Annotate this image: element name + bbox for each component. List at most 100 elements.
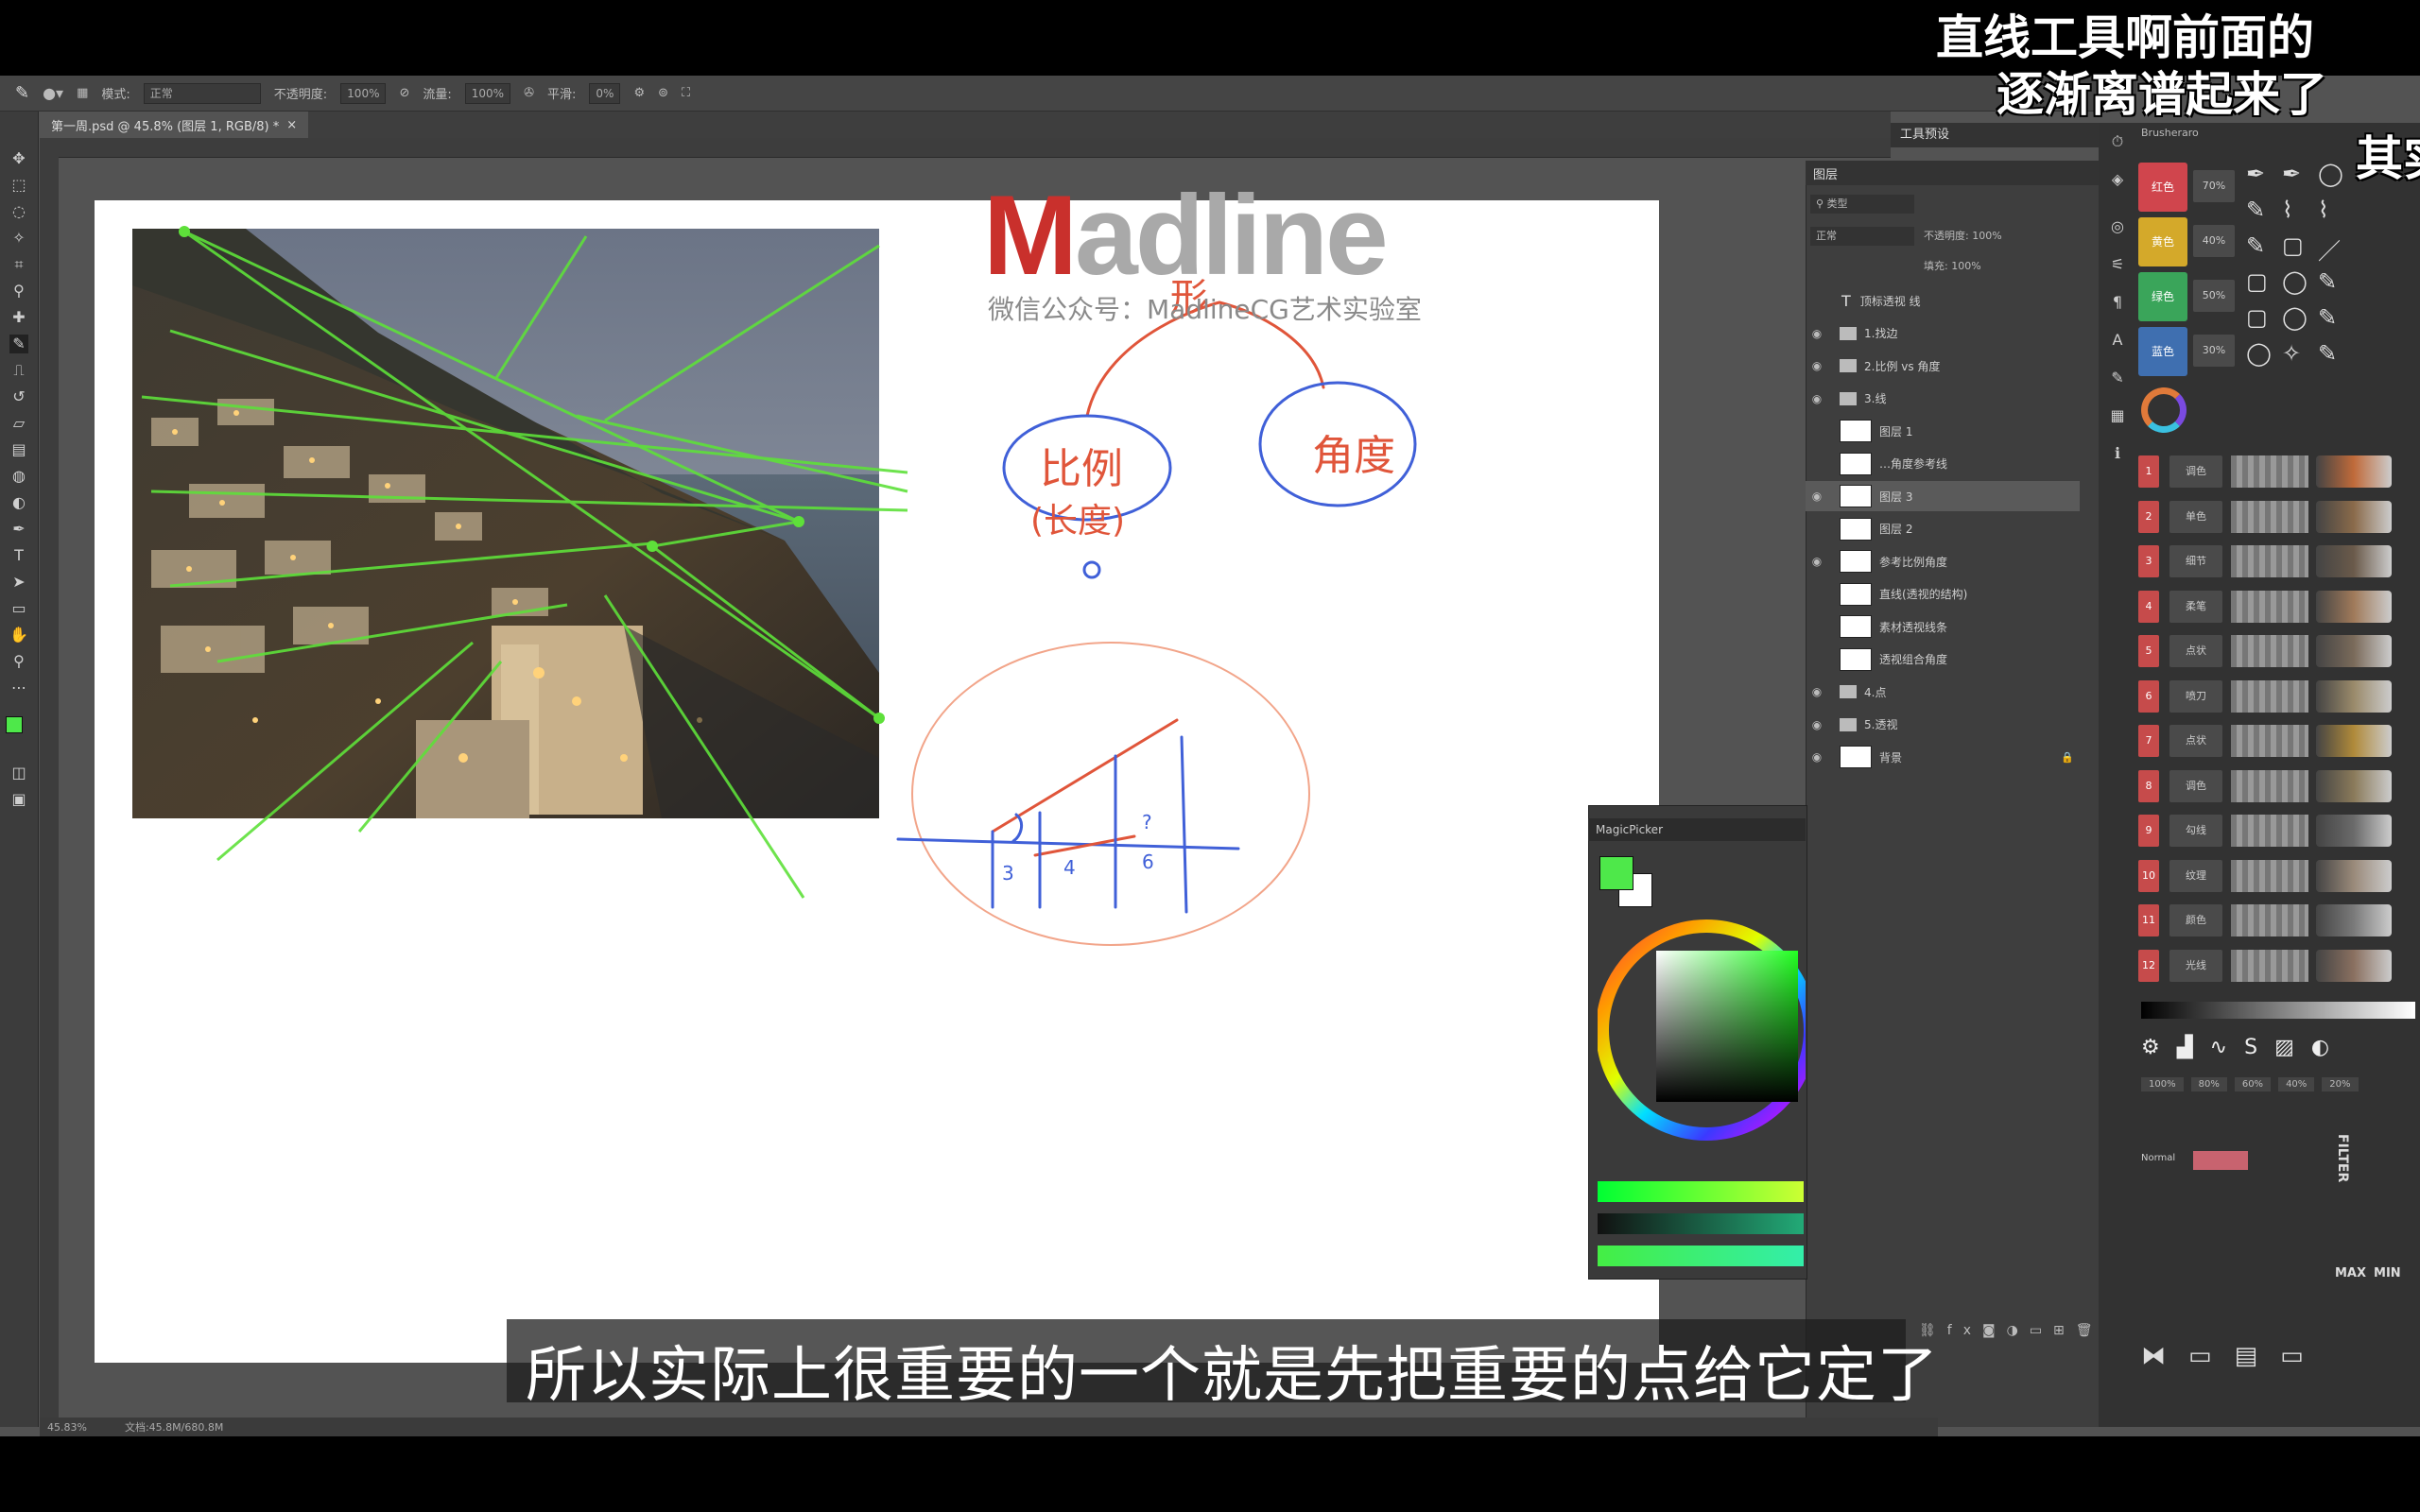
brush-tool-icon[interactable]: ◯	[2282, 268, 2308, 295]
adjustment-icon[interactable]: ◑	[2007, 1323, 2030, 1338]
brush-stroke-preview[interactable]	[2231, 635, 2308, 667]
fx-icon[interactable]: fx	[1947, 1323, 1982, 1338]
brush-stroke-preview[interactable]	[2231, 725, 2308, 757]
brush-tool-icon[interactable]: ▢	[2246, 268, 2268, 295]
swatch-opacity[interactable]: 30%	[2193, 335, 2235, 367]
brush-tool-icon[interactable]: ／	[2318, 232, 2341, 266]
brush-settings-icon[interactable]: ✎	[2108, 369, 2127, 387]
brush-stroke-preview[interactable]	[2231, 590, 2308, 623]
brush-slot-number[interactable]: 9	[2138, 815, 2159, 847]
brush-tool-icon[interactable]: ✎	[2246, 197, 2265, 223]
opacity-preset-button[interactable]: 20%	[2322, 1077, 2359, 1091]
layer-row[interactable]: ◉ 3.线	[1806, 384, 2080, 414]
layer-row[interactable]: ◉ 参考比例角度	[1806, 546, 2080, 576]
brush-slot-number[interactable]: 3	[2138, 545, 2159, 577]
layer-row[interactable]: ◉ 2.比例 vs 角度	[1806, 351, 2080, 381]
layers-title[interactable]: 图层	[1813, 164, 1838, 182]
brush-tool-icon[interactable]: ✒	[2282, 161, 2301, 187]
gray-ramp[interactable]	[2141, 1002, 2415, 1019]
picker-fg-swatch[interactable]	[1599, 856, 1634, 890]
brush-slot-name[interactable]: 喷刀	[2169, 679, 2222, 713]
layer-row[interactable]: 透视组合角度	[1806, 644, 2080, 675]
blend-mode-select[interactable]: 正常	[1810, 227, 1914, 246]
layer-fill[interactable]: 填充: 100%	[1924, 257, 2075, 276]
levels-icon[interactable]: ▟	[2177, 1036, 2193, 1059]
brush-tool-icon[interactable]: ◯	[2246, 340, 2272, 367]
layer-row[interactable]: …角度参考线	[1806, 449, 2080, 479]
paragraph-icon[interactable]: ¶	[2108, 293, 2127, 312]
brush-texture-preview[interactable]	[2316, 725, 2392, 757]
s-icon[interactable]: S	[2244, 1036, 2257, 1059]
brush-tool-icon[interactable]: ✎	[2318, 304, 2337, 331]
brush-stroke-preview[interactable]	[2231, 545, 2308, 577]
frame-split-icon[interactable]: ▤	[2235, 1342, 2258, 1370]
flip-horizontal-icon[interactable]: ⧓	[2141, 1342, 2166, 1370]
color-ring-icon[interactable]	[2141, 387, 2187, 433]
brush-slot-name[interactable]: 点状	[2169, 725, 2222, 757]
brush-tool-icon[interactable]: ✧	[2282, 340, 2301, 367]
character-icon[interactable]: A	[2108, 331, 2127, 350]
color-swatch-button[interactable]: 红色	[2138, 163, 2187, 212]
adjust-icon[interactable]: ⚟	[2108, 255, 2127, 274]
layer-row[interactable]: ◉ 1.找边	[1806, 318, 2080, 349]
opacity-preset-button[interactable]: 100%	[2141, 1077, 2184, 1091]
doc-size-readout[interactable]: 文档:45.8M/680.8M	[125, 1419, 223, 1435]
brush-tool-icon[interactable]: ✎	[2318, 340, 2337, 367]
brush-slot-number[interactable]: 8	[2138, 769, 2159, 802]
swatches-icon[interactable]: ▦	[2108, 406, 2127, 425]
channels-icon[interactable]: ◎	[2108, 217, 2127, 236]
brush-slot-number[interactable]: 7	[2138, 725, 2159, 757]
color-wheel[interactable]	[1598, 888, 1806, 1172]
layer-filter-kind[interactable]: ⚲ 类型	[1810, 195, 1914, 214]
brush-texture-preview[interactable]	[2316, 545, 2392, 577]
curves-icon[interactable]: ∿	[2210, 1036, 2227, 1059]
brush-texture-preview[interactable]	[2316, 904, 2392, 936]
brush-tool-icon[interactable]: ◯	[2282, 304, 2308, 331]
brush-stroke-preview[interactable]	[2231, 815, 2308, 847]
brush-texture-preview[interactable]	[2316, 455, 2392, 488]
brush-stroke-preview[interactable]	[2231, 455, 2308, 488]
eye-icon[interactable]: ◉	[1806, 685, 1828, 698]
color-swatch-button[interactable]: 蓝色	[2138, 327, 2187, 376]
brush-slot-number[interactable]: 10	[2138, 859, 2159, 892]
value-slider[interactable]	[1598, 1213, 1804, 1234]
eye-icon[interactable]: ◉	[1806, 392, 1828, 405]
brush-slot-number[interactable]: 12	[2138, 949, 2159, 982]
brush-texture-preview[interactable]	[2316, 590, 2392, 623]
brush-texture-preview[interactable]	[2316, 815, 2392, 847]
brush-texture-preview[interactable]	[2316, 500, 2392, 533]
layer-row[interactable]: 直线(透视的结构)	[1806, 579, 2080, 610]
blend-button[interactable]	[2193, 1151, 2248, 1170]
brush-tool-icon[interactable]: ◯	[2318, 161, 2343, 187]
normal-label[interactable]: Normal	[2141, 1153, 2175, 1163]
layers-icon[interactable]: ◈	[2108, 170, 2127, 189]
brush-texture-preview[interactable]	[2316, 949, 2392, 982]
saturation-slider[interactable]	[1598, 1246, 1804, 1266]
opacity-preset-button[interactable]: 60%	[2234, 1077, 2272, 1091]
vanishing-point[interactable]	[179, 226, 190, 237]
brush-stroke-preview[interactable]	[2231, 500, 2308, 533]
frame-wide-icon[interactable]: ▭	[2280, 1342, 2304, 1370]
layer-opacity[interactable]: 不透明度: 100%	[1924, 227, 2075, 246]
brush-tool-icon[interactable]: ✎	[2246, 232, 2265, 259]
max-button[interactable]: MAX	[2335, 1266, 2366, 1280]
brush-tool-icon[interactable]: ⌇	[2318, 197, 2329, 223]
brush-stroke-preview[interactable]	[2231, 904, 2308, 936]
vanishing-point[interactable]	[793, 516, 804, 527]
eye-icon[interactable]: ◉	[1806, 490, 1828, 503]
brush-stroke-preview[interactable]	[2231, 859, 2308, 892]
vanishing-point[interactable]	[647, 541, 658, 552]
folder-icon[interactable]: ▭	[2030, 1323, 2053, 1338]
gradient-map-icon[interactable]: ▨	[2274, 1036, 2294, 1059]
layer-row[interactable]: 图层 1	[1806, 416, 2080, 446]
brush-slot-name[interactable]: 柔笔	[2169, 590, 2222, 623]
brush-texture-preview[interactable]	[2316, 635, 2392, 667]
vanishing-point[interactable]	[873, 713, 885, 724]
brush-slot-number[interactable]: 11	[2138, 904, 2159, 936]
brush-texture-preview[interactable]	[2316, 859, 2392, 892]
brush-slot-name[interactable]: 调色	[2169, 455, 2222, 488]
tool-presets-tab[interactable]: 工具预设	[1891, 123, 2108, 147]
min-button[interactable]: MIN	[2374, 1266, 2401, 1280]
eye-icon[interactable]: ◉	[1806, 555, 1828, 568]
swatch-opacity[interactable]: 40%	[2193, 225, 2235, 257]
